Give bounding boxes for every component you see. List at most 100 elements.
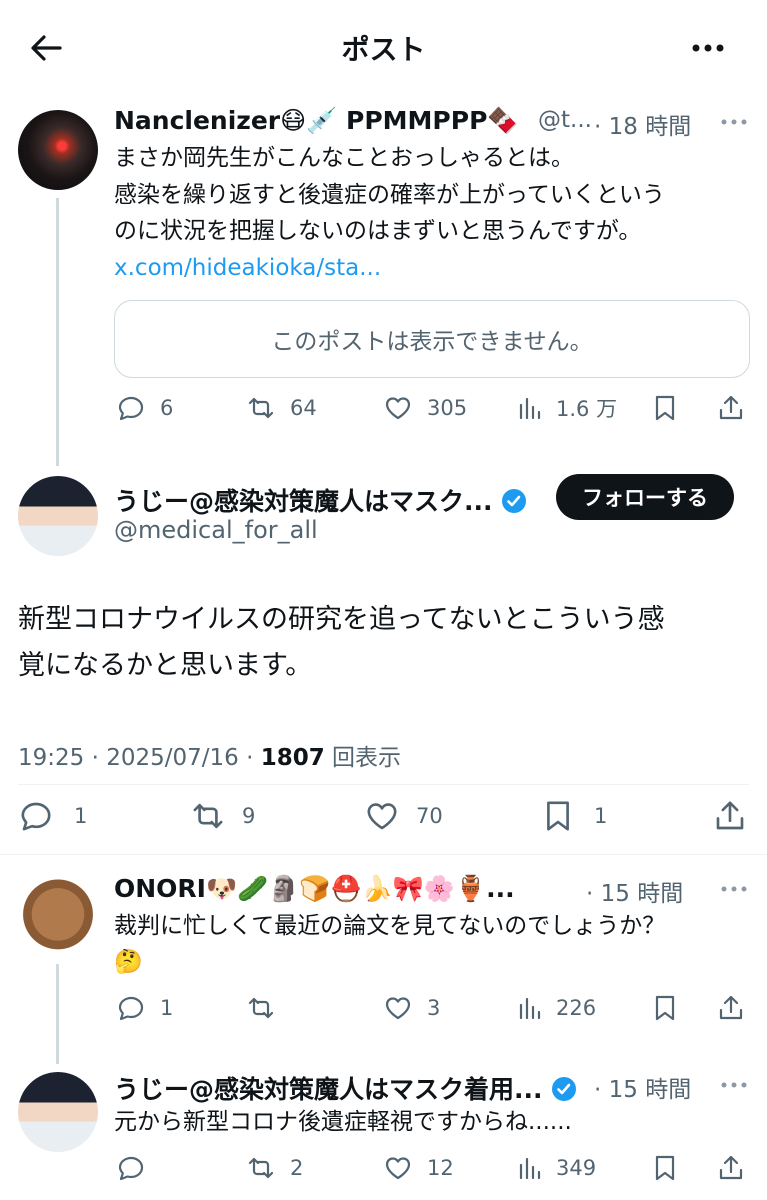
post-text-line: 感染を繰り返すと後遺症の確率が上がっていくという xyxy=(114,182,665,208)
like-button[interactable]: 12 xyxy=(383,1153,454,1183)
more-icon xyxy=(692,44,724,52)
share-icon xyxy=(719,995,743,1020)
reply-icon xyxy=(118,996,144,1021)
post-text-line: 🤔 xyxy=(114,949,143,975)
author-handle[interactable]: @medical_for_all xyxy=(114,516,318,544)
main-post-text-line: 新型コロナウイルスの研究を追ってないとこういう感 xyxy=(18,604,665,635)
share-icon xyxy=(719,395,743,420)
share-button[interactable] xyxy=(712,798,748,834)
author-name[interactable]: Nanclenizer😷💉 PPMMPPP🍫 xyxy=(114,106,519,136)
author-name[interactable]: ONORI🐶🥒🗿🍞⛑️🍌🎀🌸🏺... xyxy=(114,874,515,904)
repost-count: 2 xyxy=(290,1156,304,1180)
avatar[interactable] xyxy=(18,876,98,956)
like-button[interactable]: 70 xyxy=(364,798,443,834)
bookmark-icon xyxy=(655,995,675,1021)
heart-icon xyxy=(367,803,397,830)
more-options-button[interactable] xyxy=(688,30,728,66)
bookmark-icon xyxy=(547,801,569,831)
post-timestamp: 19:25 · 2025/07/16 · 1807 回表示 xyxy=(18,738,401,772)
reply-button[interactable]: 1 xyxy=(116,993,173,1023)
repost-button[interactable] xyxy=(246,993,290,1023)
avatar[interactable] xyxy=(18,476,98,556)
views-count: 226 xyxy=(556,996,597,1020)
post-text-line: まさか岡先生がこんなことおっしゃるとは。 xyxy=(114,145,574,171)
reply-icon xyxy=(118,396,144,421)
follow-button[interactable]: フォローする xyxy=(556,474,734,520)
like-button[interactable]: 3 xyxy=(383,993,440,1023)
author-name[interactable]: うじー@感染対策魔人はマスク... xyxy=(114,482,527,518)
post-time[interactable]: · 18 時間 xyxy=(594,107,691,141)
quoted-post-unavailable[interactable]: このポストは表示できません。 xyxy=(114,300,750,378)
like-count: 305 xyxy=(427,396,468,420)
author-name[interactable]: うじー@感染対策魔人はマスク着用... xyxy=(114,1070,577,1106)
repost-icon xyxy=(248,1157,274,1179)
post-more-button[interactable] xyxy=(718,1073,750,1097)
bookmark-icon xyxy=(655,1155,675,1181)
bookmark-button[interactable] xyxy=(650,1153,680,1183)
main-post-text-line: 覚になるかと思います。 xyxy=(18,650,313,681)
reply-count: 1 xyxy=(74,804,88,828)
divider xyxy=(18,784,749,785)
more-icon xyxy=(721,1082,747,1088)
like-count: 3 xyxy=(427,996,441,1020)
repost-button[interactable]: 64 xyxy=(246,393,317,423)
reply-button[interactable]: 6 xyxy=(116,393,173,423)
repost-count: 9 xyxy=(242,804,256,828)
verified-badge-icon xyxy=(552,1077,577,1101)
repost-icon xyxy=(248,997,274,1019)
views-count: 349 xyxy=(556,1156,597,1180)
reply-button[interactable]: 1 xyxy=(18,798,87,834)
repost-count: 64 xyxy=(290,396,317,420)
post-link[interactable]: x.com/hideakioka/sta... xyxy=(114,248,381,288)
reply-icon xyxy=(118,1156,144,1181)
share-icon xyxy=(716,801,744,830)
share-button[interactable] xyxy=(716,393,746,423)
post-more-button[interactable] xyxy=(718,877,750,901)
heart-icon xyxy=(385,997,411,1020)
thread-line xyxy=(56,198,59,466)
author-name-text: うじー@感染対策魔人はマスク着用... xyxy=(114,1075,543,1104)
share-button[interactable] xyxy=(716,1153,746,1183)
verified-badge-icon xyxy=(502,489,527,513)
bookmark-button[interactable] xyxy=(650,393,680,423)
views-icon xyxy=(519,397,541,420)
views-icon xyxy=(519,997,541,1020)
reply-icon xyxy=(21,802,51,831)
views-icon xyxy=(519,1157,541,1180)
like-count: 70 xyxy=(416,804,443,828)
repost-icon xyxy=(193,803,223,829)
more-icon xyxy=(721,886,747,892)
like-button[interactable]: 305 xyxy=(383,393,467,423)
views-button[interactable]: 226 xyxy=(516,993,596,1023)
post-more-button[interactable] xyxy=(718,110,750,134)
views-button[interactable]: 1.6 万 xyxy=(516,393,617,423)
post-time[interactable]: · 15 時間 xyxy=(594,1070,691,1104)
like-count: 12 xyxy=(427,1156,454,1180)
views-button[interactable]: 349 xyxy=(516,1153,596,1183)
author-name-text: うじー@感染対策魔人はマスク... xyxy=(114,487,493,516)
reply-button[interactable] xyxy=(116,1153,160,1183)
avatar[interactable] xyxy=(18,110,98,190)
repost-icon xyxy=(248,397,274,419)
post-text-line: 裁判に忙しくて最近の論文を見てないのでしょうか？ xyxy=(114,913,666,939)
author-handle[interactable]: @t... xyxy=(538,107,592,133)
views-count: 1.6 万 xyxy=(556,397,618,421)
post-text-line: のに状況を把握しないのはまずいと思うんですが。 xyxy=(114,218,642,244)
repost-button[interactable]: 9 xyxy=(190,798,255,834)
share-button[interactable] xyxy=(716,993,746,1023)
bookmark-button[interactable]: 1 xyxy=(540,798,607,834)
timestamp-text[interactable]: 19:25 · 2025/07/16 · xyxy=(18,745,261,771)
bookmark-count: 1 xyxy=(594,804,608,828)
bookmark-button[interactable] xyxy=(650,993,680,1023)
divider xyxy=(0,854,767,855)
heart-icon xyxy=(385,1157,411,1180)
bookmark-icon xyxy=(655,395,675,421)
post-text-line: 元から新型コロナ後遺症軽視ですからね...... xyxy=(114,1109,572,1135)
avatar[interactable] xyxy=(18,1072,98,1152)
reply-count: 1 xyxy=(160,996,174,1020)
heart-icon xyxy=(385,397,411,420)
post-time[interactable]: · 15 時間 xyxy=(586,874,683,908)
reply-count: 6 xyxy=(160,396,174,420)
views-label: 回表示 xyxy=(324,745,402,771)
repost-button[interactable]: 2 xyxy=(246,1153,303,1183)
